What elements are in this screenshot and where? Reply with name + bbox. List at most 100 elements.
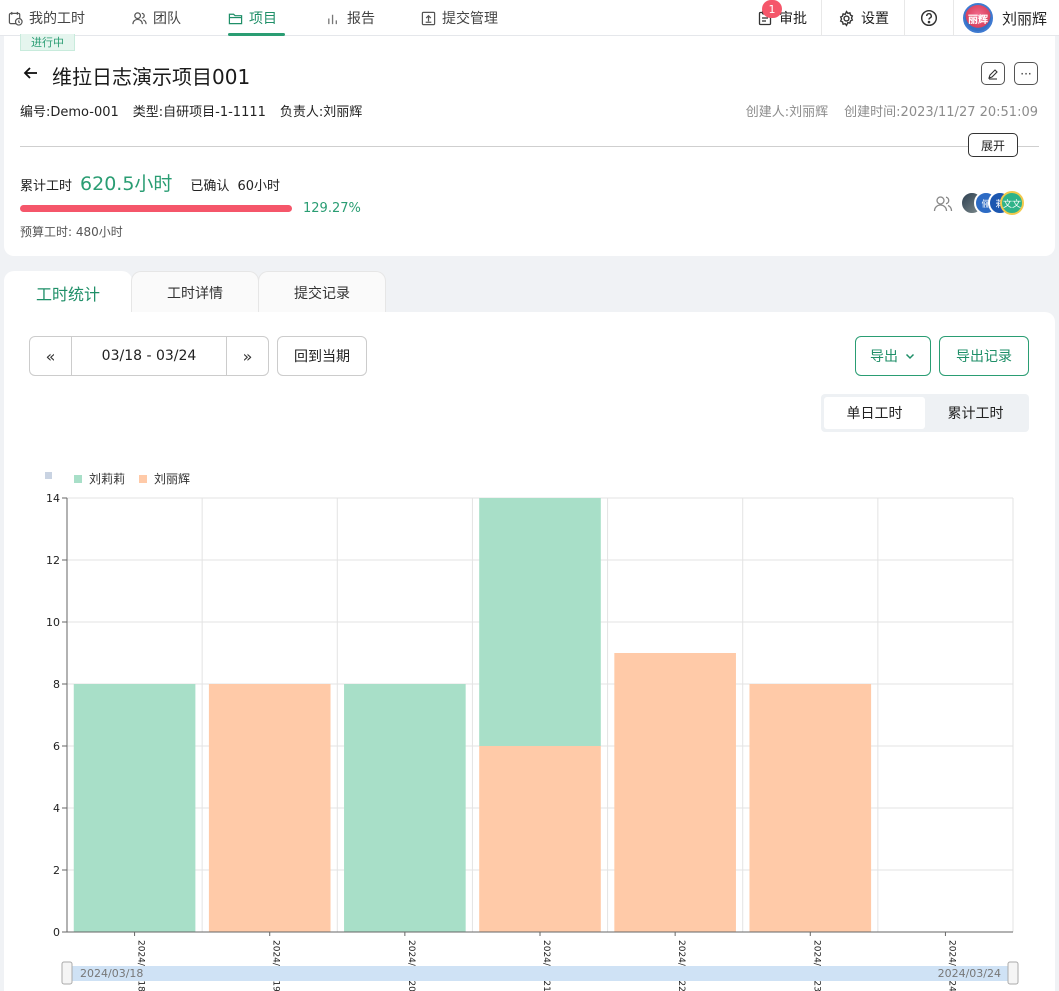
team-icon: [132, 11, 147, 24]
y-tick-label: 4: [53, 802, 60, 815]
confirmed-label: 已确认: [190, 179, 230, 194]
hours-bar-chart: 0 2 4 6 8 10 12 14 2024/03/18 2024/03/19 2024/03/2…: [45, 472, 1019, 991]
settings-label: 设置: [861, 11, 889, 27]
bar: [208, 684, 331, 932]
legend-swatch: [139, 475, 147, 483]
upload-box-icon: [421, 11, 436, 25]
project-code: 编号:Demo-001: [20, 105, 119, 120]
nav-item-team[interactable]: 团队: [132, 0, 181, 36]
progress-percent: 129.27%: [303, 201, 361, 216]
user-avatar[interactable]: 丽辉: [963, 3, 993, 33]
bar-chart-icon: [328, 14, 337, 24]
view-cumulative-option[interactable]: 累计工时: [925, 397, 1026, 429]
project-type: 类型:自研项目-1-1111: [132, 105, 266, 120]
project-creator: 创建人:刘丽辉: [745, 105, 829, 120]
nav-separator: [821, 0, 822, 36]
nav-item-reports[interactable]: 报告: [326, 0, 375, 36]
prev-period-button[interactable]: «: [30, 337, 71, 375]
bar: [344, 684, 466, 932]
y-tick-label: 10: [46, 616, 60, 629]
nav-item-my-hours[interactable]: 我的工时: [8, 0, 85, 36]
bar: [614, 653, 736, 932]
members-icon[interactable]: [933, 194, 953, 214]
approval-label: 审批: [779, 11, 807, 27]
nav-separator: [953, 0, 954, 36]
zoom-handle-end: [1007, 961, 1019, 985]
tab-hours-statistics[interactable]: 工时统计: [4, 271, 132, 314]
x-tick-label: 2024/03/18: [136, 940, 146, 991]
nav-label: 提交管理: [442, 11, 498, 27]
avatar-text: 丽辉: [968, 14, 988, 26]
x-tick-label: 2024/03/22: [676, 940, 686, 991]
tab-hours-details[interactable]: 工时详情: [131, 271, 259, 313]
help-icon: [920, 9, 938, 27]
x-tick-label: 2024/03/19: [271, 940, 281, 991]
budget-progress-bar: [20, 205, 292, 212]
legend-toggle-icon: [45, 472, 52, 479]
nav-label: 我的工时: [29, 11, 85, 27]
notification-badge: 1: [762, 0, 782, 18]
project-created-at: 创建时间:2023/11/27 20:51:09: [844, 105, 1038, 120]
bar: [479, 498, 601, 746]
nav-label: 团队: [153, 11, 181, 27]
nav-item-projects[interactable]: 项目: [228, 0, 285, 36]
nav-label: 报告: [347, 11, 375, 27]
x-tick-label: 2024/03/23: [811, 940, 821, 991]
bar: [749, 684, 872, 932]
ellipsis-icon: ···: [1020, 66, 1032, 81]
y-tick-label: 14: [46, 492, 60, 505]
chevron-down-icon: [905, 353, 915, 360]
y-tick-label: 12: [46, 554, 60, 567]
project-creation-meta: 创建人:刘丽辉 创建时间:2023/11/27 20:51:09: [746, 101, 1038, 120]
settings-button[interactable]: 设置: [838, 0, 889, 36]
y-tick-label: 0: [53, 926, 60, 939]
tab-submit-records[interactable]: 提交记录: [258, 271, 386, 313]
bar: [479, 746, 601, 932]
bar: [73, 684, 196, 932]
project-summary-card: 进行中 维拉日志演示项目001 ··· 编号:Demo-001 类型:自研项目-…: [4, 34, 1055, 256]
x-tick-label: 2024/03/24: [946, 940, 956, 991]
status-badge: 进行中: [20, 34, 75, 51]
budget-hours: 预算工时: 480小时: [20, 225, 123, 239]
nav-item-submit-management[interactable]: 提交管理: [421, 0, 498, 36]
zoom-start-label: 2024/03/18: [80, 967, 143, 980]
confirmed-value: 60小时: [237, 179, 280, 194]
y-tick-label: 8: [53, 678, 60, 691]
export-history-button[interactable]: 导出记录: [939, 336, 1029, 376]
current-period-button[interactable]: 回到当期: [277, 336, 367, 376]
y-tick-label: 6: [53, 740, 60, 753]
expand-button[interactable]: 展开: [968, 133, 1018, 157]
clock-calendar-icon: [8, 11, 23, 26]
x-tick-label: 2024/03/20: [406, 940, 416, 991]
view-toggle: 单日工时 累计工时: [821, 394, 1029, 432]
project-owner: 负责人:刘丽辉: [279, 105, 363, 120]
project-meta: 编号:Demo-001 类型:自研项目-1-1111 负责人:刘丽辉: [20, 101, 362, 120]
total-hours-value: 620.5小时: [80, 173, 173, 195]
date-range-picker: « 03/18 - 03/24 »: [29, 336, 269, 376]
user-name[interactable]: 刘丽辉: [1002, 0, 1047, 36]
pencil-icon: [988, 68, 998, 80]
back-arrow-icon[interactable]: [22, 64, 40, 82]
help-button[interactable]: [920, 0, 938, 36]
divider: [20, 146, 1039, 147]
export-dropdown-button[interactable]: 导出: [855, 336, 931, 376]
date-range-value[interactable]: 03/18 - 03/24: [71, 337, 227, 375]
hours-summary: 累计工时 620.5小时 已确认 60小时: [20, 169, 280, 196]
gear-icon: [839, 9, 854, 27]
nav-label: 项目: [249, 11, 277, 27]
view-daily-option[interactable]: 单日工时: [824, 397, 925, 429]
edit-button[interactable]: [981, 62, 1005, 85]
y-tick-label: 2: [53, 864, 60, 877]
legend-swatch: [74, 475, 82, 483]
export-label: 导出: [870, 349, 898, 365]
avatar-text: 文文: [1002, 199, 1021, 210]
nav-separator: [904, 0, 905, 36]
member-avatar[interactable]: 文文: [1000, 191, 1024, 215]
more-button[interactable]: ···: [1014, 62, 1038, 85]
page-title: 维拉日志演示项目001: [52, 65, 251, 89]
legend-label: 刘莉莉: [89, 472, 125, 486]
next-period-button[interactable]: »: [227, 337, 268, 375]
zoom-slider-track: [67, 966, 1013, 981]
top-navigation: 我的工时 团队 项目 报告 提交管理 审批 1 设置 丽辉 刘丽辉: [0, 0, 1059, 36]
folder-icon: [228, 13, 243, 24]
